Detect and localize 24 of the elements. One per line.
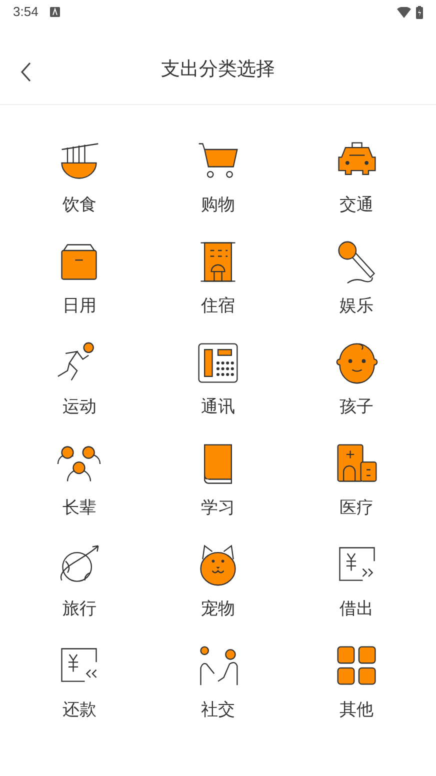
category-item[interactable]: 交通 bbox=[287, 138, 426, 239]
page-title: 支出分类选择 bbox=[161, 58, 275, 82]
category-item[interactable]: 孩子 bbox=[287, 340, 426, 441]
category-item[interactable]: 医疗 bbox=[287, 441, 426, 542]
category-item[interactable]: 借出 bbox=[287, 542, 426, 643]
category-item[interactable]: 宠物 bbox=[148, 542, 288, 643]
category-item[interactable]: 购物 bbox=[148, 138, 288, 239]
wifi-icon bbox=[397, 6, 411, 18]
category-item[interactable]: 饮食 bbox=[10, 138, 149, 239]
category-item[interactable]: 社交 bbox=[148, 643, 288, 744]
category-item[interactable]: 日用 bbox=[10, 239, 149, 340]
status-time: 3:54 bbox=[13, 3, 38, 22]
category-item[interactable]: 旅行 bbox=[10, 542, 149, 643]
category-item[interactable]: 还款 bbox=[10, 643, 149, 744]
back-icon bbox=[20, 62, 32, 82]
category-item[interactable]: 通讯 bbox=[148, 340, 288, 441]
category-item[interactable]: 娱乐 bbox=[287, 239, 426, 340]
category-item[interactable]: 长辈 bbox=[10, 441, 149, 542]
category-item[interactable]: 学习 bbox=[148, 441, 288, 542]
category-item[interactable]: 住宿 bbox=[148, 239, 288, 340]
category-item[interactable]: 运动 bbox=[10, 340, 149, 441]
category-item[interactable]: 其他 bbox=[287, 643, 426, 744]
battery-icon bbox=[416, 6, 423, 18]
notification-icon bbox=[50, 7, 60, 17]
